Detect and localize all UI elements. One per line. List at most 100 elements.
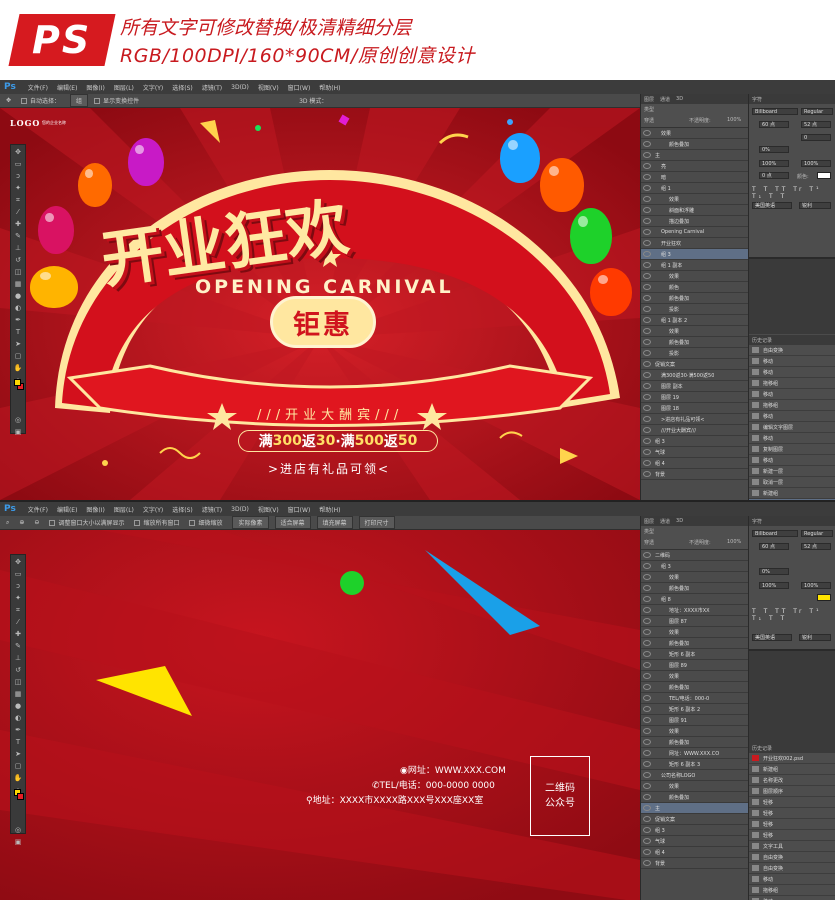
- history-item[interactable]: 移动: [749, 389, 835, 400]
- crop-tool-icon[interactable]: ⌗: [11, 195, 25, 205]
- screen-mode-icon[interactable]: ▣: [11, 427, 25, 437]
- history-item[interactable]: 新建组: [749, 488, 835, 499]
- layer-row[interactable]: 颜色叠加: [641, 638, 748, 649]
- marquee-tool-icon[interactable]: ▭: [11, 159, 25, 169]
- history-item[interactable]: 取消一层: [749, 477, 835, 488]
- eye-icon[interactable]: [643, 717, 651, 723]
- type-tool-icon[interactable]: T: [11, 327, 25, 337]
- antialias-select[interactable]: 锐利: [799, 634, 831, 641]
- history-snapshot[interactable]: 开业狂欢002.psd: [749, 753, 835, 764]
- vertical-scale-field[interactable]: 100%: [759, 160, 789, 167]
- healing-brush-icon[interactable]: ✚: [11, 219, 25, 229]
- eye-icon[interactable]: [643, 141, 651, 147]
- history-item[interactable]: 自由变换: [749, 345, 835, 356]
- layer-row[interactable]: Opening Carnival: [641, 227, 748, 238]
- tab-history[interactable]: 历史记录: [752, 337, 772, 344]
- eye-icon[interactable]: [643, 750, 651, 756]
- eye-icon[interactable]: [643, 295, 651, 301]
- font-size-field[interactable]: 60 点: [759, 121, 789, 128]
- layer-row[interactable]: 地址：XXXX市XX: [641, 605, 748, 616]
- kind-filter[interactable]: 类型: [644, 528, 654, 535]
- opacity-field[interactable]: 100%: [727, 117, 741, 123]
- move-tool-icon[interactable]: ✥: [11, 147, 25, 157]
- opacity-field[interactable]: 100%: [727, 539, 741, 545]
- tab-3d[interactable]: 3D: [676, 96, 683, 102]
- history-item[interactable]: 复制图层: [749, 444, 835, 455]
- eye-icon[interactable]: [643, 284, 651, 290]
- tab-history[interactable]: 历史记录: [752, 745, 772, 752]
- layer-row[interactable]: 效果: [641, 726, 748, 737]
- layer-row[interactable]: 效果: [641, 627, 748, 638]
- layer-row[interactable]: 投影: [641, 348, 748, 359]
- eye-icon[interactable]: [643, 860, 651, 866]
- hand-tool-icon[interactable]: ✋: [11, 773, 25, 783]
- layer-row[interactable]: 效果: [641, 194, 748, 205]
- layer-row[interactable]: 效果: [641, 326, 748, 337]
- path-select-icon[interactable]: ➤: [11, 339, 25, 349]
- eye-icon[interactable]: [643, 684, 651, 690]
- history-item[interactable]: 拖移组: [749, 400, 835, 411]
- layer-row[interactable]: 组 3: [641, 561, 748, 572]
- ps-app-icon[interactable]: Ps: [4, 82, 16, 92]
- eye-icon[interactable]: [643, 651, 651, 657]
- menu-item[interactable]: 文件(F): [28, 83, 48, 92]
- layer-row[interactable]: 背景: [641, 469, 748, 480]
- eye-icon[interactable]: [643, 262, 651, 268]
- brush-tool-icon[interactable]: ✎: [11, 641, 25, 651]
- language-select[interactable]: 美国英语: [752, 202, 792, 209]
- marquee-tool-icon[interactable]: ▭: [11, 569, 25, 579]
- font-family-select[interactable]: Billboard: [752, 530, 798, 537]
- leading-field[interactable]: 52 点: [801, 543, 831, 550]
- eye-icon[interactable]: [643, 339, 651, 345]
- layer-row[interactable]: 投影: [641, 304, 748, 315]
- eye-icon[interactable]: [643, 563, 651, 569]
- scrubby-checkbox[interactable]: [189, 519, 196, 526]
- gradient-tool-icon[interactable]: ▦: [11, 689, 25, 699]
- layer-row[interactable]: 促销文案: [641, 814, 748, 825]
- tab-layers[interactable]: 图层: [644, 518, 654, 525]
- menu-item[interactable]: 窗口(W): [288, 83, 311, 92]
- zoom-out-icon[interactable]: ⊖: [34, 519, 39, 526]
- language-select[interactable]: 美国英语: [752, 634, 792, 641]
- lasso-tool-icon[interactable]: ↄ: [11, 581, 25, 591]
- blend-mode-select[interactable]: 穿透: [644, 117, 654, 124]
- menu-item[interactable]: 编辑(E): [57, 505, 77, 514]
- eyedropper-icon[interactable]: ⁄: [11, 207, 25, 217]
- layer-row[interactable]: 满300返30·满500返50: [641, 370, 748, 381]
- history-item[interactable]: 名称更改: [749, 775, 835, 786]
- menu-item[interactable]: 视图(V): [258, 505, 279, 514]
- eye-icon[interactable]: [643, 618, 651, 624]
- eye-icon[interactable]: [643, 207, 651, 213]
- layer-row[interactable]: 颜色叠加: [641, 583, 748, 594]
- tab-channels[interactable]: 通道: [660, 96, 670, 103]
- eye-icon[interactable]: [643, 794, 651, 800]
- eye-icon[interactable]: [643, 251, 651, 257]
- screen-mode-icon[interactable]: ▣: [11, 837, 25, 847]
- quick-mask-icon[interactable]: ◎: [11, 415, 25, 425]
- auto-select-checkbox[interactable]: [21, 97, 28, 104]
- layer-row[interactable]: 效果: [641, 128, 748, 139]
- poster-canvas-2[interactable]: ◉网址：WWW.XXX.COM ✆TEL/电话：000-0000 0000 ⚲地…: [0, 530, 640, 900]
- layer-row[interactable]: 图层 89: [641, 660, 748, 671]
- font-style-select[interactable]: Regular: [801, 108, 833, 115]
- history-item[interactable]: 移动: [749, 411, 835, 422]
- layer-row[interactable]: 图层 87: [641, 616, 748, 627]
- fit-window-checkbox[interactable]: [49, 519, 56, 526]
- menu-item[interactable]: 滤镜(T): [202, 505, 222, 514]
- fit-screen-button[interactable]: 适合屏幕: [274, 516, 311, 529]
- history-item[interactable]: 编辑文字图层: [749, 422, 835, 433]
- eye-icon[interactable]: [643, 460, 651, 466]
- history-item[interactable]: 新建一层: [749, 466, 835, 477]
- layer-row[interactable]: 气球: [641, 836, 748, 847]
- layer-row[interactable]: 描边叠加: [641, 216, 748, 227]
- layer-row[interactable]: 颜色叠加: [641, 139, 748, 150]
- dodge-tool-icon[interactable]: ◐: [11, 713, 25, 723]
- text-color-swatch[interactable]: [817, 594, 831, 601]
- eye-icon[interactable]: [643, 761, 651, 767]
- hand-tool-icon[interactable]: ✋: [11, 363, 25, 373]
- vertical-scale-field[interactable]: 100%: [759, 582, 789, 589]
- history-item[interactable]: 移动: [749, 367, 835, 378]
- eye-icon[interactable]: [643, 152, 651, 158]
- menu-item[interactable]: 文字(Y): [143, 505, 163, 514]
- layer-row[interactable]: 亮: [641, 161, 748, 172]
